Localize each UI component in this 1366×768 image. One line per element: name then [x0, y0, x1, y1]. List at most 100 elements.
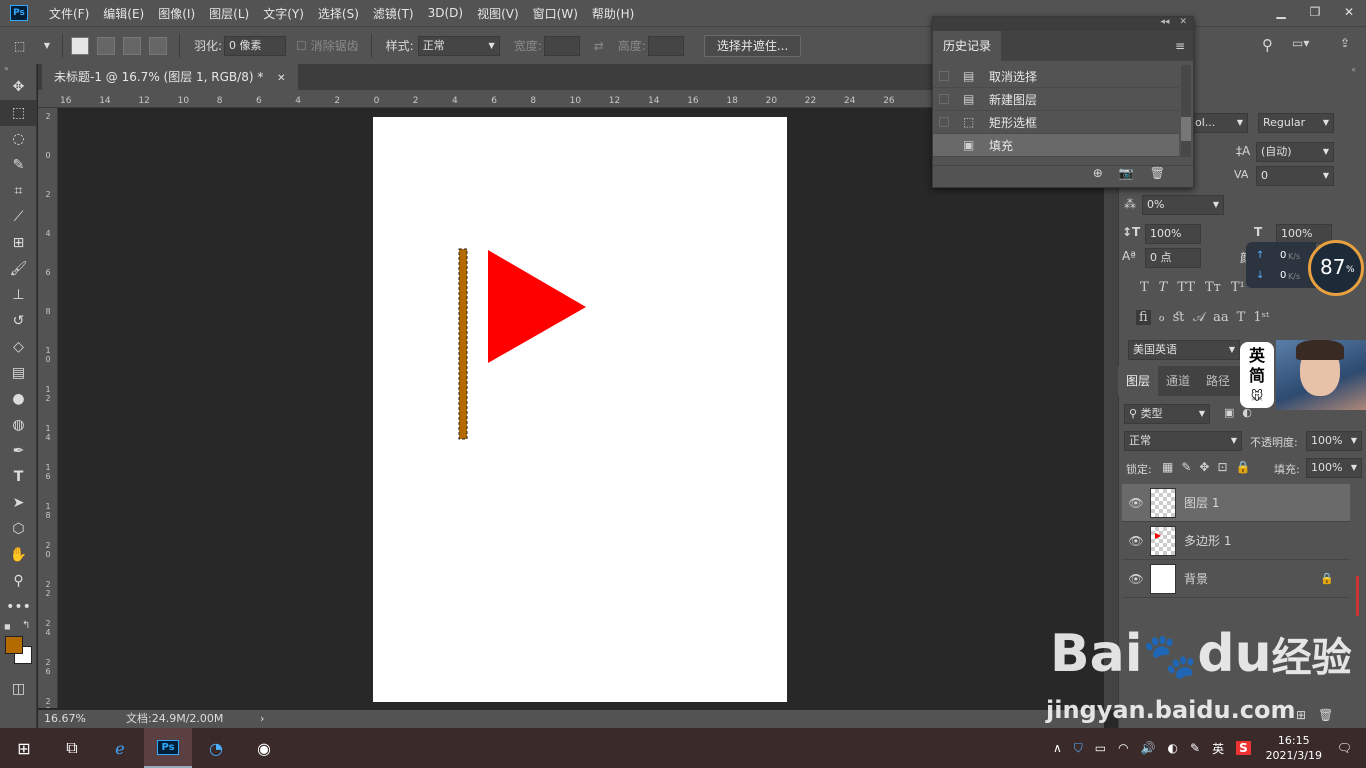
collapse-icon[interactable]: ◂◂ — [1160, 17, 1169, 31]
close-tab-icon[interactable]: ✕ — [277, 73, 285, 84]
marquee-tool-icon[interactable]: ⬚ — [0, 100, 37, 126]
eraser-tool-icon[interactable]: ◇ — [0, 334, 37, 360]
tool-preset-picker[interactable]: ⬚ ▼ — [14, 35, 50, 57]
eye-icon[interactable]: 👁 — [1122, 496, 1150, 510]
tab-layers[interactable]: 图层 — [1118, 366, 1159, 396]
path-select-tool-icon[interactable]: ➤ — [0, 490, 37, 516]
delete-icon[interactable]: 🗑 — [1318, 708, 1333, 722]
foreground-color-swatch[interactable] — [5, 636, 23, 654]
history-checkbox[interactable] — [939, 94, 949, 104]
ligature-icon[interactable]: ﬁ — [1136, 310, 1151, 325]
filter-adjust-icon[interactable]: ◐ — [1242, 406, 1252, 419]
photoshop-logo-icon[interactable]: Ps — [10, 5, 28, 21]
leading-select[interactable]: (自动) ▼ — [1256, 142, 1334, 162]
menu-view[interactable]: 视图(V) — [470, 5, 526, 22]
layer-row[interactable]: 👁 图层 1 — [1122, 484, 1350, 522]
lock-artboard-icon[interactable]: ⊡ — [1217, 460, 1227, 474]
menu-edit[interactable]: 编辑(E) — [96, 5, 151, 22]
eye-icon[interactable]: 👁 — [1122, 534, 1150, 548]
tab-paths[interactable]: 路径 — [1198, 366, 1238, 396]
swash-icon[interactable]: 𝒜 — [1193, 310, 1205, 325]
tracking-select[interactable]: 0 ▼ — [1256, 166, 1334, 186]
eyedropper-tool-icon[interactable]: ⟋ — [0, 204, 37, 230]
menu-3d[interactable]: 3D(D) — [421, 6, 470, 20]
zoom-level[interactable]: 16.67% — [44, 710, 86, 728]
intersect-selection-button[interactable] — [149, 36, 167, 55]
language-select[interactable]: 美国英语 ▼ — [1128, 340, 1240, 360]
superscript-icon[interactable]: T¹ — [1231, 280, 1245, 295]
layer-name[interactable]: 背景 — [1184, 570, 1208, 587]
add-selection-button[interactable] — [97, 36, 115, 55]
shape-tool-icon[interactable]: ⬡ — [0, 516, 37, 542]
blur-tool-icon[interactable]: ● — [0, 386, 37, 412]
kerning-select[interactable]: 0% ▼ — [1142, 195, 1224, 215]
windows-start-icon[interactable]: ⊞ — [0, 728, 48, 768]
opacity-input[interactable]: 100% ▼ — [1306, 431, 1362, 451]
scrollbar-thumb[interactable] — [1181, 117, 1191, 141]
list-item[interactable]: ▤ 新建图层 — [933, 88, 1179, 111]
close-icon[interactable]: ✕ — [1332, 0, 1366, 26]
contextual-icon[interactable]: ℴ — [1159, 310, 1165, 325]
menu-image[interactable]: 图像(I) — [151, 5, 202, 22]
tray-expand-icon[interactable]: ∧ — [1053, 741, 1062, 755]
security-icon[interactable]: ⛉ — [1074, 741, 1083, 756]
tab-channels[interactable]: 通道 — [1158, 366, 1198, 396]
stamp-tool-icon[interactable]: ⊥ — [0, 282, 37, 308]
vertical-scale-input[interactable]: 100% — [1145, 224, 1201, 244]
menu-layer[interactable]: 图层(L) — [202, 5, 256, 22]
document-tab[interactable]: 未标题-1 @ 16.7% (图层 1, RGB/8) * ✕ — [42, 64, 298, 90]
panel-menu-icon[interactable]: ≡ — [1175, 39, 1185, 53]
layer-row[interactable]: 👁 背景 🔒 — [1122, 560, 1350, 598]
faux-italic-icon[interactable]: T — [1159, 280, 1168, 295]
dodge-tool-icon[interactable]: ◍ — [0, 412, 37, 438]
history-checkbox[interactable] — [939, 140, 949, 150]
faux-bold-icon[interactable]: T — [1140, 280, 1149, 295]
notification-icon[interactable]: 🗨 — [1337, 741, 1352, 755]
pen-icon[interactable]: ✎ — [1190, 741, 1200, 755]
antialias-checkbox[interactable]: ☐ 消除锯齿 — [296, 37, 359, 54]
titling-icon[interactable]: T — [1237, 310, 1246, 325]
memory-gauge[interactable]: 87 % — [1308, 240, 1364, 296]
photoshop-taskbar-icon[interactable]: Ps — [144, 728, 192, 768]
ordinal-icon[interactable]: 1ˢᵗ — [1253, 310, 1269, 325]
new-layer-icon[interactable]: ⊞ — [1296, 708, 1306, 722]
eye-icon[interactable]: 👁 — [1122, 572, 1150, 586]
discretionary-icon[interactable]: ﬆ — [1173, 310, 1185, 325]
restore-icon[interactable]: ❐ — [1298, 0, 1332, 26]
qq-icon[interactable]: ◐ — [1168, 741, 1178, 755]
layer-name[interactable]: 多边形 1 — [1184, 532, 1231, 549]
new-document-icon[interactable]: ⊕ — [1093, 166, 1103, 187]
move-tool-icon[interactable]: ✥ — [0, 74, 37, 100]
panel-scrollbar[interactable] — [1356, 576, 1359, 616]
font-family-select[interactable]: ol... ▼ — [1190, 113, 1248, 133]
quick-mask-icon[interactable]: ◫ — [0, 676, 37, 702]
swap-icon[interactable]: ⇄ — [594, 39, 604, 53]
height-input[interactable] — [647, 35, 684, 56]
list-item[interactable]: ▣ 填充 — [933, 134, 1179, 157]
healing-tool-icon[interactable]: ⊞ — [0, 230, 37, 256]
crop-tool-icon[interactable]: ⌗ — [0, 178, 37, 204]
chevron-right-icon[interactable]: › — [260, 710, 264, 728]
qq-browser-icon[interactable]: ◔ — [192, 728, 240, 768]
search-icon[interactable]: ⚲ — [1262, 36, 1273, 54]
blend-mode-select[interactable]: 正常 ▼ — [1124, 431, 1242, 451]
ime-indicator[interactable]: 英 — [1212, 740, 1224, 757]
document-canvas[interactable] — [373, 117, 787, 702]
history-scrollbar[interactable] — [1181, 65, 1191, 157]
history-checkbox[interactable] — [939, 117, 949, 127]
collapse-icon[interactable]: » — [0, 64, 36, 74]
workspace-icon[interactable]: ▭▾ — [1292, 36, 1309, 50]
style-select[interactable]: 正常 ▼ — [417, 35, 500, 56]
subtract-selection-button[interactable] — [123, 36, 141, 55]
default-colors-icon[interactable]: ◼ — [4, 622, 11, 631]
wifi-icon[interactable]: ◠ — [1118, 741, 1128, 755]
battery-icon[interactable]: ▭ — [1095, 741, 1106, 755]
ie-browser-icon[interactable]: ℯ — [96, 728, 144, 768]
menu-file[interactable]: 文件(F) — [42, 5, 96, 22]
flag-pole[interactable] — [458, 248, 468, 440]
feather-input[interactable]: 0 像素 — [224, 35, 287, 56]
zoom-tool-icon[interactable]: ⚲ — [0, 568, 37, 594]
menu-help[interactable]: 帮助(H) — [585, 5, 641, 22]
swap-colors-icon[interactable]: ↰ — [22, 620, 30, 631]
quick-select-tool-icon[interactable]: ✎ — [0, 152, 37, 178]
